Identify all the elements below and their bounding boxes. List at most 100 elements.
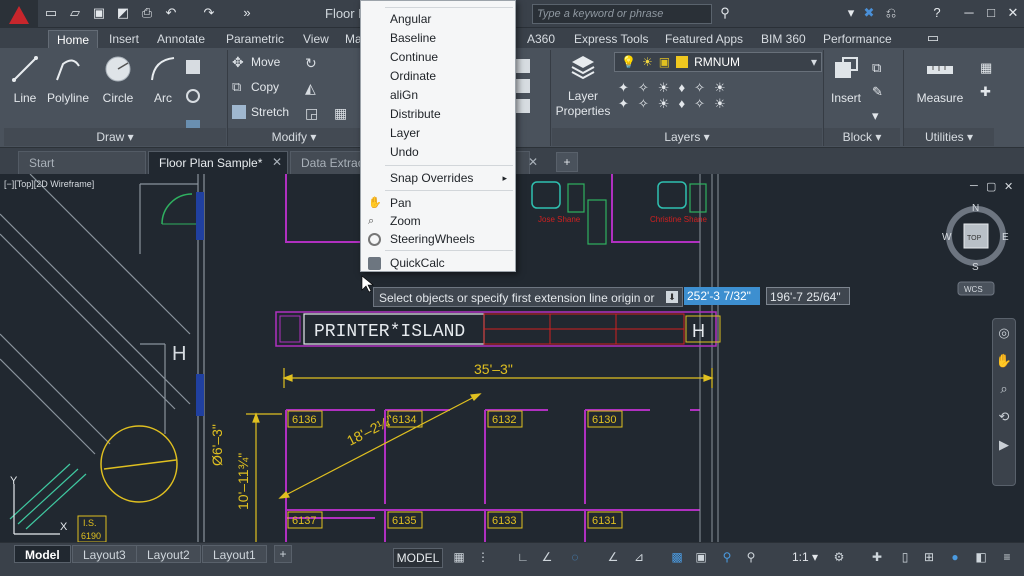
help-icon[interactable]: ? xyxy=(928,4,946,22)
sign-in-arrow-icon[interactable]: ▾ xyxy=(842,4,860,22)
mirror-icon[interactable]: ◭ xyxy=(305,80,316,97)
exchange-apps-icon[interactable]: ✖ xyxy=(860,4,878,22)
stretch-button[interactable]: Stretch xyxy=(232,105,289,119)
tab-featured-apps[interactable]: Featured Apps xyxy=(665,30,743,48)
autoscale-icon[interactable]: ⚲ xyxy=(742,550,760,566)
close-tab-icon[interactable]: ✕ xyxy=(528,155,538,169)
tab-a360[interactable]: A360 xyxy=(527,30,555,48)
menu-item-quickcalc[interactable]: QuickCalc xyxy=(361,254,515,273)
file-tab-floor-plan[interactable]: Floor Plan Sample* xyxy=(148,151,288,174)
menu-item-angular[interactable]: Angular xyxy=(361,10,515,29)
new-tab-plus-icon[interactable]: + xyxy=(556,152,578,172)
layer-dropdown[interactable]: 💡 ☀ ▣ RMNUM ▾ xyxy=(614,52,822,72)
viewport-minimize-icon[interactable]: ─ xyxy=(970,180,978,192)
layout-tab-layout1[interactable]: Layout1 xyxy=(202,545,267,563)
annotation-visibility-icon[interactable]: ⚲ xyxy=(718,550,736,566)
menu-item-ordinate[interactable]: Ordinate xyxy=(361,67,515,86)
utilities-panel-title[interactable]: Utilities ▾ xyxy=(904,128,994,146)
circle-button[interactable]: Circle xyxy=(100,54,136,105)
layout-tab-layout2[interactable]: Layout2 xyxy=(136,545,201,563)
layer-tools-grid[interactable]: ✦✧☀♦✧☀ ✦✧☀♦✧☀ xyxy=(618,80,818,124)
rectangle-icon[interactable] xyxy=(186,60,200,74)
selection-cycling-icon[interactable]: ▣ xyxy=(692,550,710,566)
more-quickaccess-icon[interactable]: » xyxy=(238,4,256,22)
scale-icon[interactable]: ◲ xyxy=(305,105,318,122)
array-icon[interactable]: ▦ xyxy=(334,105,347,122)
ortho-icon[interactable]: ∟ xyxy=(514,550,532,566)
options-arrow-icon[interactable]: ⬇ xyxy=(666,291,678,303)
menu-item-steeringwheels[interactable]: SteeringWheels xyxy=(361,230,515,249)
new-file-icon[interactable]: ▭ xyxy=(42,4,60,22)
menu-item-zoom[interactable]: ⌕ Zoom xyxy=(361,212,515,231)
viewport-restore-icon[interactable]: ▢ xyxy=(986,180,996,193)
dynamic-input-y[interactable]: 196'-7 25/64" xyxy=(766,287,850,305)
layers-panel-title[interactable]: Layers ▾ xyxy=(552,128,822,146)
ucs-menu-label[interactable]: WCS xyxy=(964,285,983,294)
menu-item-snap-overrides[interactable]: Snap Overrides ▸ xyxy=(361,169,515,188)
menu-item-pan[interactable]: ✋ Pan xyxy=(361,194,515,213)
dimension-icon[interactable] xyxy=(516,59,530,73)
print-icon[interactable]: ⎙ xyxy=(138,4,156,22)
hardware-acceleration-icon[interactable]: ◧ xyxy=(972,550,990,566)
units-icon[interactable]: ▯ xyxy=(896,550,914,566)
tab-express-tools[interactable]: Express Tools xyxy=(574,30,648,48)
snap-icon[interactable]: ⋮ xyxy=(474,550,492,566)
block-tools[interactable]: ⧉ ✎ ▾ xyxy=(872,56,883,128)
viewcube[interactable]: TOP N S E W WCS xyxy=(940,200,1012,300)
file-tab-start[interactable]: Start xyxy=(18,151,146,174)
utilities-tools[interactable]: ▦ ✚ xyxy=(980,56,992,104)
tab-bim-360[interactable]: BIM 360 xyxy=(761,30,806,48)
tab-performance[interactable]: Performance xyxy=(823,30,892,48)
tab-home[interactable]: Home xyxy=(48,30,99,48)
measure-button[interactable]: Measure xyxy=(910,54,970,105)
navbar-tools[interactable]: ◎ ✋ ⌕ ⟲ ▶ xyxy=(993,319,1015,459)
line-button[interactable]: Line xyxy=(8,54,42,105)
transparency-icon[interactable]: ▩ xyxy=(668,550,686,566)
menu-item-undo[interactable]: Undo xyxy=(361,143,515,162)
maximize-icon[interactable]: □ xyxy=(982,4,1000,22)
draw-small-tools[interactable] xyxy=(186,56,216,134)
model-space-button[interactable]: MODEL xyxy=(393,548,443,568)
redo-icon[interactable]: ↷ xyxy=(200,4,218,22)
tab-parametric[interactable]: Parametric xyxy=(226,30,284,48)
isolate-objects-icon[interactable]: ● xyxy=(946,550,964,566)
osnap-icon[interactable]: ◌ xyxy=(566,550,584,566)
minimize-icon[interactable]: ─ xyxy=(960,4,978,22)
save-as-icon[interactable]: ◩ xyxy=(114,4,132,22)
arc-button[interactable]: Arc xyxy=(146,54,180,105)
navigation-bar[interactable]: ◎ ✋ ⌕ ⟲ ▶ xyxy=(992,318,1016,486)
layout-tab-layout3[interactable]: Layout3 xyxy=(72,545,137,563)
grid-icon[interactable]: ▦ xyxy=(450,550,468,566)
layout-tab-model[interactable]: Model xyxy=(14,545,71,563)
ribbon-display-icon[interactable]: ▭ xyxy=(924,29,942,47)
menu-item-layer[interactable]: Layer xyxy=(361,124,515,143)
quick-properties-icon[interactable]: ⊞ xyxy=(920,550,938,566)
copy-button[interactable]: ⧉ Copy xyxy=(232,80,279,95)
customize-icon[interactable]: ≡ xyxy=(998,550,1016,566)
dynamic-ucs-icon[interactable]: ⊿ xyxy=(630,550,648,566)
menu-item-baseline[interactable]: Baseline xyxy=(361,29,515,48)
workspace-gear-icon[interactable]: ⚙ xyxy=(830,550,848,566)
viewport-controls-label[interactable]: [−][Top][2D Wireframe] xyxy=(4,179,94,189)
modify-panel-title[interactable]: Modify ▾ xyxy=(228,128,360,146)
menu-item-distribute[interactable]: Distribute xyxy=(361,105,515,124)
annotation-monitor-icon[interactable]: ✚ xyxy=(868,550,886,566)
undo-icon[interactable]: ↶ xyxy=(162,4,180,22)
menu-item-continue[interactable]: Continue xyxy=(361,48,515,67)
new-layout-plus-icon[interactable]: + xyxy=(274,545,292,563)
table-icon[interactable] xyxy=(516,99,530,113)
close-tab-icon[interactable]: ✕ xyxy=(272,155,282,169)
tab-view[interactable]: View xyxy=(303,30,329,48)
polyline-button[interactable]: Polyline xyxy=(44,54,92,105)
layer-properties-button[interactable]: Layer Properties xyxy=(552,52,614,119)
viewport-close-icon[interactable]: ✕ xyxy=(1004,180,1013,193)
binoculars-search-icon[interactable]: ⚲ xyxy=(716,4,734,22)
block-panel-title[interactable]: Block ▾ xyxy=(824,128,900,146)
application-menu-button[interactable] xyxy=(0,0,38,30)
polar-icon[interactable]: ∠ xyxy=(538,550,556,566)
tab-annotate[interactable]: Annotate xyxy=(157,30,205,48)
save-icon[interactable]: ▣ xyxy=(90,4,108,22)
otrack-icon[interactable]: ∠ xyxy=(604,550,622,566)
annotation-scale-dropdown[interactable]: 1:1 ▾ xyxy=(792,550,818,564)
leader-icon[interactable] xyxy=(516,79,530,93)
